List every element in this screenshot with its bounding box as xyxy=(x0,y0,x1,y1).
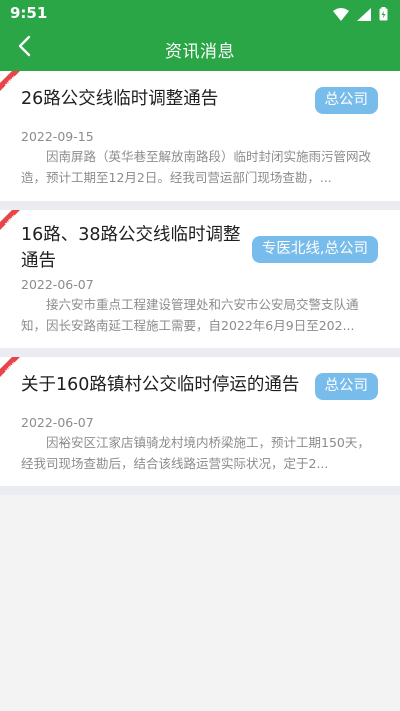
status-time: 9:51 xyxy=(10,4,48,22)
news-card[interactable]: NEW 关于160路镇村公交临时停运的通告 总公司 2022-06-07 因裕安… xyxy=(0,357,400,495)
news-summary: 因南屏路（英华巷至解放南路段）临时封闭实施雨污管网改造，预计工期至12月2日。经… xyxy=(21,149,372,185)
signal-icon xyxy=(357,6,371,25)
news-card[interactable]: NEW 16路、38路公交线临时调整 通告 专医北线,总公司 2022-06-0… xyxy=(0,210,400,357)
news-title-line: 16路、38路公交线临时调整 xyxy=(21,225,241,245)
news-date: 2022-06-07 xyxy=(21,277,94,292)
news-date: 2022-09-15 xyxy=(21,129,94,144)
news-title-line: 通告 xyxy=(21,251,56,271)
news-title: 16路、38路公交线临时调整 通告 xyxy=(21,223,246,273)
title-bar: 资讯消息 xyxy=(0,26,400,71)
news-title: 关于160路镇村公交临时停运的通告 xyxy=(21,375,300,395)
app-header: 9:51 资讯消息 xyxy=(0,0,400,71)
news-list: NEW 26路公交线临时调整通告 总公司 2022-09-15 因南屏路（英华巷… xyxy=(0,71,400,495)
news-date: 2022-06-07 xyxy=(21,415,94,430)
news-summary: 接六安市重点工程建设管理处和六安市公安局交警支队通知，因长安路南延工程施工需要，… xyxy=(21,297,359,333)
wifi-icon xyxy=(333,6,349,25)
status-icons xyxy=(333,6,388,25)
news-tag[interactable]: 总公司 xyxy=(314,373,378,400)
news-title: 26路公交线临时调整通告 xyxy=(21,89,219,109)
news-tag[interactable]: 专医北线,总公司 xyxy=(251,236,378,263)
news-card[interactable]: NEW 26路公交线临时调整通告 总公司 2022-09-15 因南屏路（英华巷… xyxy=(0,71,400,210)
battery-icon xyxy=(379,6,388,25)
status-bar: 9:51 xyxy=(0,0,400,26)
news-tag[interactable]: 总公司 xyxy=(314,87,378,114)
news-summary: 因裕安区江家店镇骑龙村境内桥梁施工，预计工期150天，经我司现场查勘后，结合该线… xyxy=(21,435,370,471)
page-title: 资讯消息 xyxy=(165,42,235,62)
